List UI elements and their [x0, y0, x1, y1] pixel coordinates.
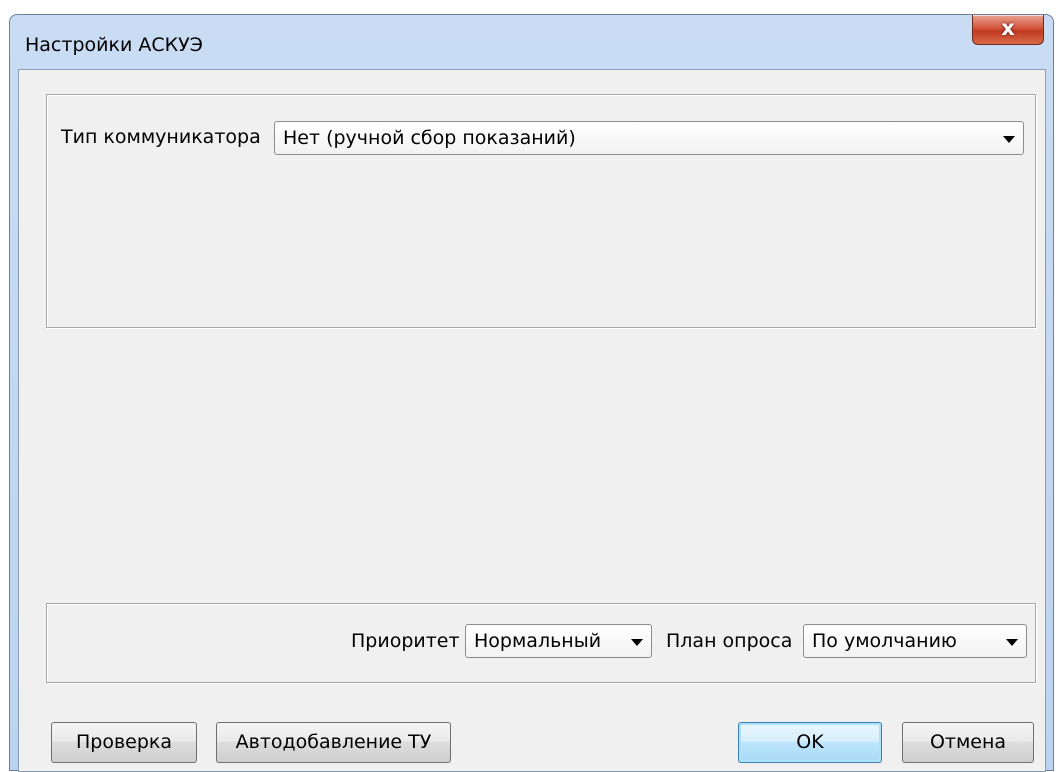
dialog-window: Настройки АСКУЭ x Тип коммуникатора Нет … — [9, 14, 1054, 772]
priority-select[interactable]: Нормальный — [465, 624, 652, 658]
dialog-client-area: Тип коммуникатора Нет (ручной сбор показ… — [18, 69, 1046, 772]
polling-group: Приоритет Нормальный План опроса По умол… — [46, 603, 1036, 683]
close-icon: x — [1001, 16, 1015, 40]
title-bar[interactable]: Настройки АСКУЭ x — [10, 15, 1053, 69]
check-button[interactable]: Проверка — [51, 722, 197, 763]
communicator-type-select[interactable]: Нет (ручной сбор показаний) — [274, 121, 1024, 155]
chevron-down-icon — [1006, 639, 1018, 646]
cancel-button[interactable]: Отмена — [902, 722, 1034, 763]
autoadd-button[interactable]: Автодобавление ТУ — [216, 722, 451, 763]
window-title: Настройки АСКУЭ — [25, 34, 203, 56]
ok-button[interactable]: OK — [738, 722, 882, 763]
priority-label: Приоритет — [351, 630, 460, 652]
chevron-down-icon — [1003, 136, 1015, 143]
poll-plan-select[interactable]: По умолчанию — [803, 624, 1027, 658]
close-button[interactable]: x — [972, 15, 1044, 45]
priority-value: Нормальный — [474, 630, 602, 652]
communicator-type-label: Тип коммуникатора — [61, 126, 261, 148]
chevron-down-icon — [631, 639, 643, 646]
communicator-group: Тип коммуникатора Нет (ручной сбор показ… — [46, 94, 1036, 328]
poll-plan-value: По умолчанию — [812, 630, 957, 652]
communicator-type-value: Нет (ручной сбор показаний) — [283, 127, 576, 149]
poll-plan-label: План опроса — [666, 630, 793, 652]
